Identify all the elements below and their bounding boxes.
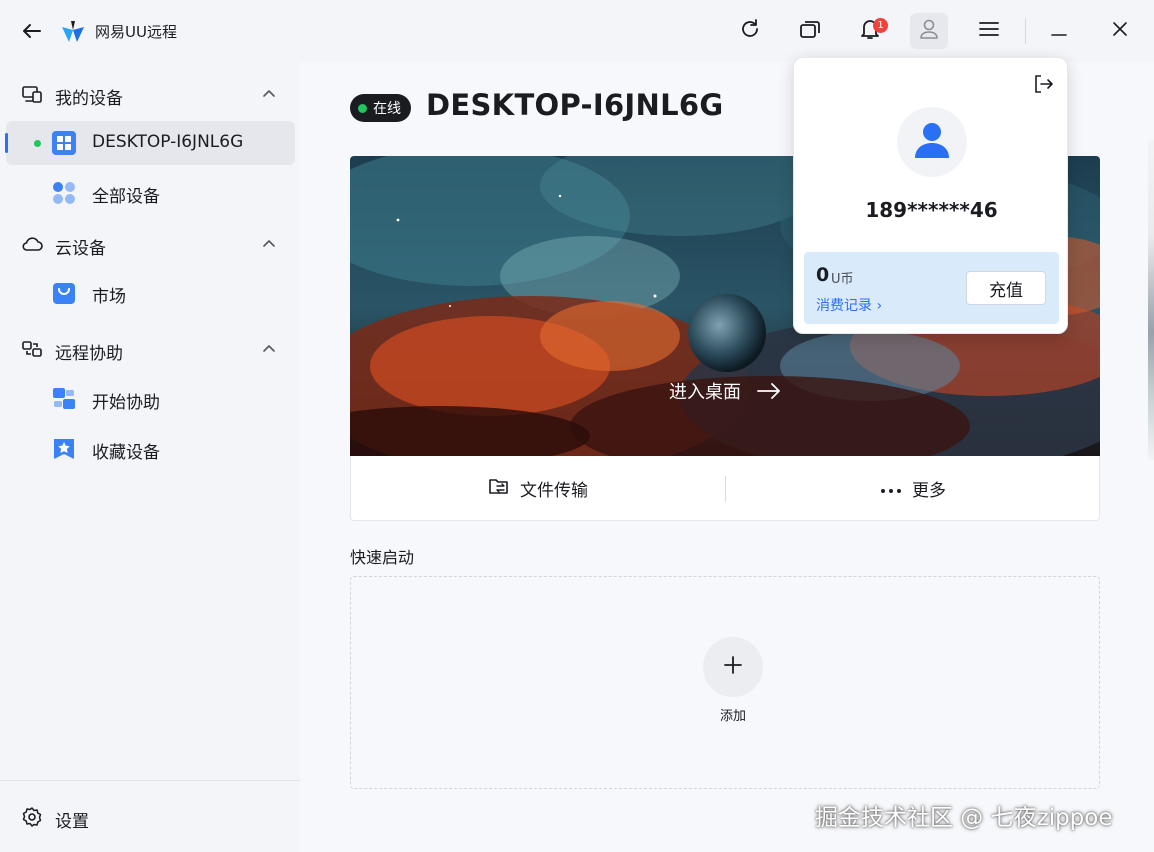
start-assist-icon bbox=[52, 387, 76, 411]
minimize-button[interactable] bbox=[1040, 13, 1078, 49]
sidebar-divider bbox=[0, 780, 300, 781]
close-button[interactable] bbox=[1101, 13, 1139, 49]
section-remote-assist[interactable]: 远程协助 bbox=[0, 329, 300, 369]
file-transfer-button[interactable]: 文件传输 bbox=[351, 456, 725, 520]
status-label: 在线 bbox=[373, 101, 401, 117]
section-label: 远程协助 bbox=[55, 344, 123, 364]
more-dots-icon bbox=[880, 479, 902, 498]
spend-record-link[interactable]: 消费记录 › bbox=[816, 295, 882, 315]
enter-desktop-button[interactable]: 进入桌面 bbox=[350, 376, 1100, 406]
logout-icon[interactable] bbox=[1032, 73, 1054, 95]
back-arrow-icon[interactable] bbox=[18, 18, 46, 44]
sidebar-item-all-devices[interactable]: 全部设备 bbox=[6, 171, 295, 215]
page-title: DESKTOP-I6JNL6G bbox=[426, 88, 724, 122]
arrow-right-icon bbox=[757, 383, 781, 399]
user-icon bbox=[919, 18, 939, 44]
chevron-up-icon[interactable] bbox=[261, 86, 277, 102]
sidebar-item-label: DESKTOP-I6JNL6G bbox=[92, 132, 244, 152]
cloud-icon bbox=[21, 234, 43, 254]
remote-assist-icon bbox=[21, 339, 43, 359]
sidebar-item-current-device[interactable]: DESKTOP-I6JNL6G bbox=[5, 121, 295, 165]
refresh-icon bbox=[739, 18, 761, 44]
sidebar-item-label: 开始协助 bbox=[92, 393, 160, 413]
chevron-up-icon[interactable] bbox=[261, 341, 277, 357]
titlebar-divider bbox=[1025, 18, 1026, 44]
more-label: 更多 bbox=[912, 480, 946, 501]
device-action-bar: 文件传输 更多 bbox=[350, 456, 1100, 521]
settings-label: 设置 bbox=[55, 812, 89, 832]
background-window-edge bbox=[1148, 140, 1154, 460]
sidebar-item-start-assist[interactable]: 开始协助 bbox=[6, 377, 295, 421]
minimize-icon bbox=[1051, 22, 1067, 41]
section-my-devices[interactable]: 我的设备 bbox=[0, 74, 300, 114]
file-transfer-label: 文件传输 bbox=[520, 480, 588, 501]
user-avatar-icon bbox=[912, 120, 952, 164]
section-cloud-devices[interactable]: 云设备 bbox=[0, 224, 300, 264]
devices-icon bbox=[21, 84, 43, 104]
app-logo-icon bbox=[60, 18, 86, 44]
star-bookmark-icon bbox=[52, 437, 76, 461]
username: 189******46 bbox=[865, 198, 998, 222]
menu-icon bbox=[979, 21, 999, 41]
title-bar: 网易UU远程 1 bbox=[0, 0, 1154, 62]
currency-label: U币 bbox=[831, 272, 854, 287]
recharge-button[interactable]: 充值 bbox=[966, 271, 1046, 305]
quick-start-title: 快速启动 bbox=[350, 548, 415, 567]
notification-badge: 1 bbox=[873, 18, 888, 33]
plus-icon bbox=[724, 656, 742, 678]
shopping-bag-icon bbox=[52, 281, 76, 305]
grid-dots-icon bbox=[52, 181, 76, 205]
folder-transfer-icon bbox=[488, 476, 510, 500]
selection-indicator bbox=[5, 133, 8, 153]
gear-icon bbox=[21, 806, 43, 828]
notification-button[interactable]: 1 bbox=[851, 13, 889, 49]
menu-button[interactable] bbox=[970, 13, 1008, 49]
enter-desktop-label: 进入桌面 bbox=[669, 382, 741, 403]
add-shortcut-button[interactable] bbox=[703, 637, 763, 697]
sidebar: 我的设备 DESKTOP-I6JNL6G 全部设备 云设备 市场 远程协助 开始… bbox=[0, 62, 300, 852]
balance-value: 0 bbox=[816, 264, 830, 286]
online-dot bbox=[34, 140, 41, 147]
add-label: 添加 bbox=[719, 709, 746, 724]
sidebar-item-market[interactable]: 市场 bbox=[6, 271, 295, 315]
app-title: 网易UU远程 bbox=[95, 23, 177, 41]
windows-icon bbox=[799, 19, 821, 43]
watermark: 掘金技术社区 @ 七夜zippoe bbox=[815, 805, 1113, 831]
close-icon bbox=[1112, 21, 1128, 41]
quick-start-area: 添加 bbox=[350, 576, 1100, 789]
multi-window-button[interactable] bbox=[791, 13, 829, 49]
more-button[interactable]: 更多 bbox=[726, 456, 1100, 520]
sidebar-item-favorites[interactable]: 收藏设备 bbox=[6, 427, 295, 471]
account-button[interactable] bbox=[910, 13, 948, 49]
windows-logo-icon bbox=[52, 131, 76, 155]
sidebar-item-label: 全部设备 bbox=[92, 187, 160, 207]
settings-button[interactable]: 设置 bbox=[0, 798, 300, 838]
avatar bbox=[897, 107, 967, 177]
online-dot bbox=[358, 103, 367, 113]
section-label: 云设备 bbox=[55, 239, 106, 259]
status-badge: 在线 bbox=[350, 94, 411, 122]
chevron-up-icon[interactable] bbox=[261, 236, 277, 252]
sidebar-item-label: 市场 bbox=[92, 287, 126, 307]
account-popup: 189******46 0 U币 消费记录 › 充值 bbox=[793, 57, 1068, 334]
refresh-button[interactable] bbox=[731, 13, 769, 49]
wallet-card: 0 U币 消费记录 › 充值 bbox=[804, 252, 1059, 324]
sidebar-item-label: 收藏设备 bbox=[92, 443, 160, 463]
section-label: 我的设备 bbox=[55, 89, 123, 109]
